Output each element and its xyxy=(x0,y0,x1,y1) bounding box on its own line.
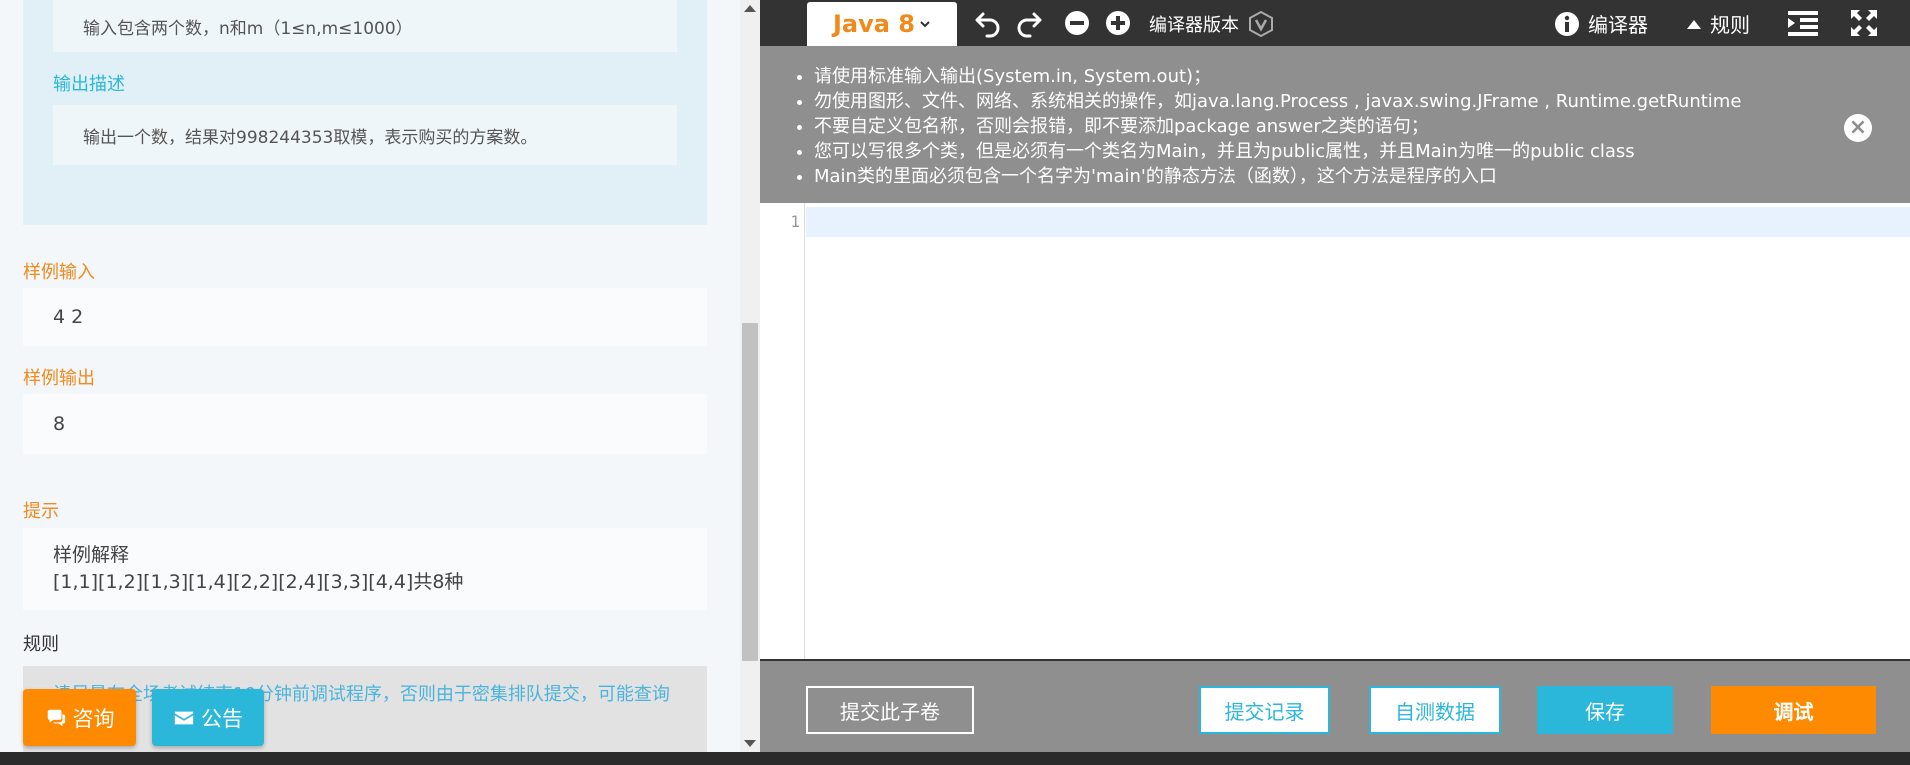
compiler-button[interactable]: 编译器 xyxy=(1554,9,1648,38)
line-number: 1 xyxy=(790,212,800,231)
zoom-in-icon[interactable] xyxy=(1105,10,1131,36)
output-description-label: 输出描述 xyxy=(53,74,125,95)
hint-line-2: [1,1][1,2][1,3][1,4][2,2][2,4][3,3][4,4]… xyxy=(53,571,464,593)
app-root: 输入包含两个数，n和m（1≤n,m≤1000） 输出描述 输出一个数，结果对99… xyxy=(0,0,1910,765)
redo-icon[interactable] xyxy=(1014,8,1044,38)
consult-button[interactable]: 咨询 xyxy=(23,689,136,746)
notice-list: 请使用标准输入输出(System.in, System.out)； 勿使用图形、… xyxy=(814,64,1741,189)
output-description: 输出一个数，结果对998244353取模，表示购买的方案数。 xyxy=(53,105,677,165)
compiler-version[interactable]: 编译器版本 xyxy=(1149,10,1275,38)
notice-item: 勿使用图形、文件、网络、系统相关的操作，如java.lang.Process ,… xyxy=(814,89,1741,114)
code-editor[interactable]: 1 xyxy=(760,203,1910,659)
chevron-down-icon xyxy=(920,21,930,28)
left-scrollbar[interactable] xyxy=(740,0,760,752)
scroll-up-arrow[interactable] xyxy=(744,5,756,12)
rules-label: 规则 xyxy=(23,634,59,655)
sample-output-label: 样例输出 xyxy=(23,368,95,389)
undo-icon[interactable] xyxy=(973,8,1003,38)
language-label: Java 8 xyxy=(832,10,916,38)
envelope-icon xyxy=(174,711,194,724)
submit-paper-button[interactable]: 提交此子卷 xyxy=(806,686,974,734)
rules-notice-panel: 请使用标准输入输出(System.in, System.out)； 勿使用图形、… xyxy=(760,46,1910,203)
hint-line-1: 样例解释 xyxy=(53,544,130,566)
sample-output-value: 8 xyxy=(23,394,707,454)
rules-toggle-label: 规则 xyxy=(1710,13,1750,37)
fullscreen-icon[interactable] xyxy=(1849,8,1879,38)
action-bar: 提交此子卷 提交记录 自测数据 保存 调试 xyxy=(760,659,1910,752)
scroll-thumb[interactable] xyxy=(742,323,758,661)
line-number-gutter: 1 xyxy=(760,203,805,659)
info-icon xyxy=(1555,11,1579,36)
footer-strip xyxy=(0,752,1910,765)
consult-label: 咨询 xyxy=(72,706,115,731)
zoom-out-icon[interactable] xyxy=(1064,10,1090,36)
compiler-label: 编译器 xyxy=(1588,13,1648,37)
indent-icon[interactable] xyxy=(1786,8,1820,38)
notice-item: 请使用标准输入输出(System.in, System.out)； xyxy=(814,64,1741,89)
submit-history-button[interactable]: 提交记录 xyxy=(1199,686,1330,734)
rules-toggle-button[interactable]: 规则 xyxy=(1686,9,1750,38)
notice-item: Main类的里面必须包含一个名字为'main'的静态方法（函数），这个方法是程序… xyxy=(814,164,1741,189)
notice-item: 您可以写很多个类，但是必须有一个类名为Main，并且为public属性，并且Ma… xyxy=(814,139,1741,164)
caret-up-icon xyxy=(1687,19,1701,29)
notice-button[interactable]: 公告 xyxy=(152,689,264,746)
close-icon[interactable]: × xyxy=(1844,114,1872,142)
self-test-button[interactable]: 自测数据 xyxy=(1369,686,1501,734)
vip-badge-icon xyxy=(1249,10,1273,38)
sample-input-label: 样例输入 xyxy=(23,262,95,283)
editor-toolbar: Java 8 编译器版本 编译器 规则 xyxy=(760,0,1910,46)
hint-content: 样例解释 [1,1][1,2][1,3][1,4][2,2][2,4][3,3]… xyxy=(23,528,707,610)
language-selector[interactable]: Java 8 xyxy=(807,2,957,46)
hint-label: 提示 xyxy=(23,501,59,522)
problem-panel: 输入包含两个数，n和m（1≤n,m≤1000） 输出描述 输出一个数，结果对99… xyxy=(0,0,740,752)
chat-icon xyxy=(47,709,65,726)
notice-item: 不要自定义包名称，否则会报错，即不要添加package answer之类的语句； xyxy=(814,114,1741,139)
compiler-version-label: 编译器版本 xyxy=(1149,15,1239,36)
sample-input-value: 4 2 xyxy=(23,288,707,346)
scroll-down-arrow[interactable] xyxy=(744,740,756,747)
description-box: 输入包含两个数，n和m（1≤n,m≤1000） 输出描述 输出一个数，结果对99… xyxy=(23,0,707,225)
save-button[interactable]: 保存 xyxy=(1537,686,1673,734)
debug-button[interactable]: 调试 xyxy=(1711,686,1876,734)
active-line-highlight xyxy=(806,207,1910,237)
notice-label: 公告 xyxy=(201,706,243,731)
input-description: 输入包含两个数，n和m（1≤n,m≤1000） xyxy=(53,0,677,52)
